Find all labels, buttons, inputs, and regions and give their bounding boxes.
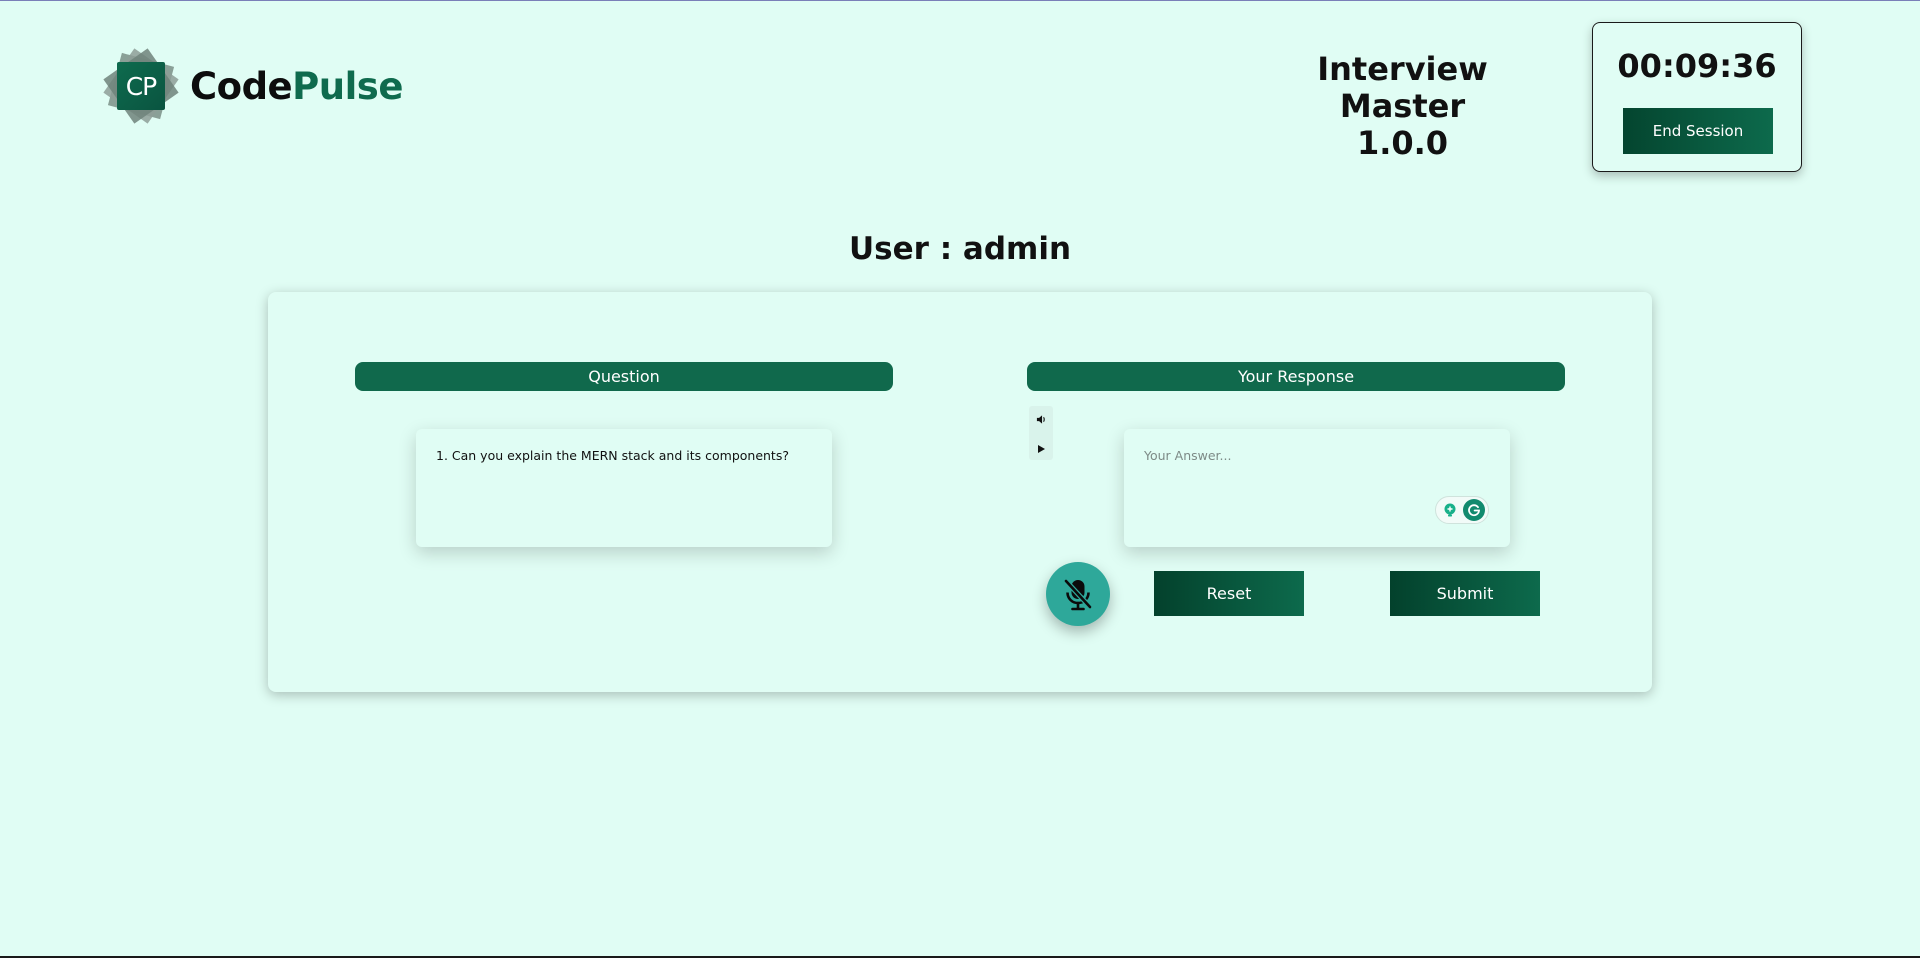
app-title: Interview Master 1.0.0 — [1250, 51, 1555, 162]
logo-mark-icon: CP — [103, 48, 179, 124]
question-card: 1. Can you explain the MERN stack and it… — [416, 429, 832, 547]
question-text: 1. Can you explain the MERN stack and it… — [436, 448, 789, 463]
answer-card — [1124, 429, 1510, 547]
session-timer-card: 00:09:36 End Session — [1592, 22, 1802, 172]
app-title-name: Interview Master — [1317, 50, 1488, 125]
mic-off-icon[interactable] — [1046, 562, 1110, 626]
interview-panel: Question Your Response 1. Can you explai… — [268, 292, 1652, 692]
question-audio-controls — [1029, 406, 1053, 460]
user-separator: : — [939, 231, 953, 267]
play-icon[interactable] — [1033, 441, 1049, 457]
lightbulb-icon[interactable] — [1441, 501, 1459, 519]
question-header: Question — [355, 362, 893, 391]
session-timer: 00:09:36 — [1617, 47, 1777, 85]
reset-button[interactable]: Reset — [1154, 571, 1304, 616]
app-version: 1.0.0 — [1356, 124, 1449, 162]
response-header: Your Response — [1027, 362, 1565, 391]
grammarly-icon[interactable] — [1463, 499, 1485, 521]
page: CP CodePulse Interview Master 1.0.0 00:0… — [0, 0, 1920, 958]
answer-input[interactable] — [1124, 429, 1510, 547]
user-label: User — [848, 231, 929, 267]
user-heading: User : admin — [0, 231, 1920, 267]
brand-logo[interactable]: CP CodePulse — [103, 48, 403, 124]
end-session-button[interactable]: End Session — [1623, 108, 1773, 154]
brand-name-part1: Code — [190, 64, 293, 108]
speaker-icon[interactable] — [1033, 411, 1049, 427]
brand-name-part2: Pulse — [292, 64, 403, 108]
brand-name: CodePulse — [190, 65, 403, 108]
submit-button[interactable]: Submit — [1390, 571, 1540, 616]
writing-assistant-pill — [1435, 496, 1489, 524]
logo-mark-text: CP — [117, 62, 165, 110]
user-name: admin — [962, 231, 1072, 267]
